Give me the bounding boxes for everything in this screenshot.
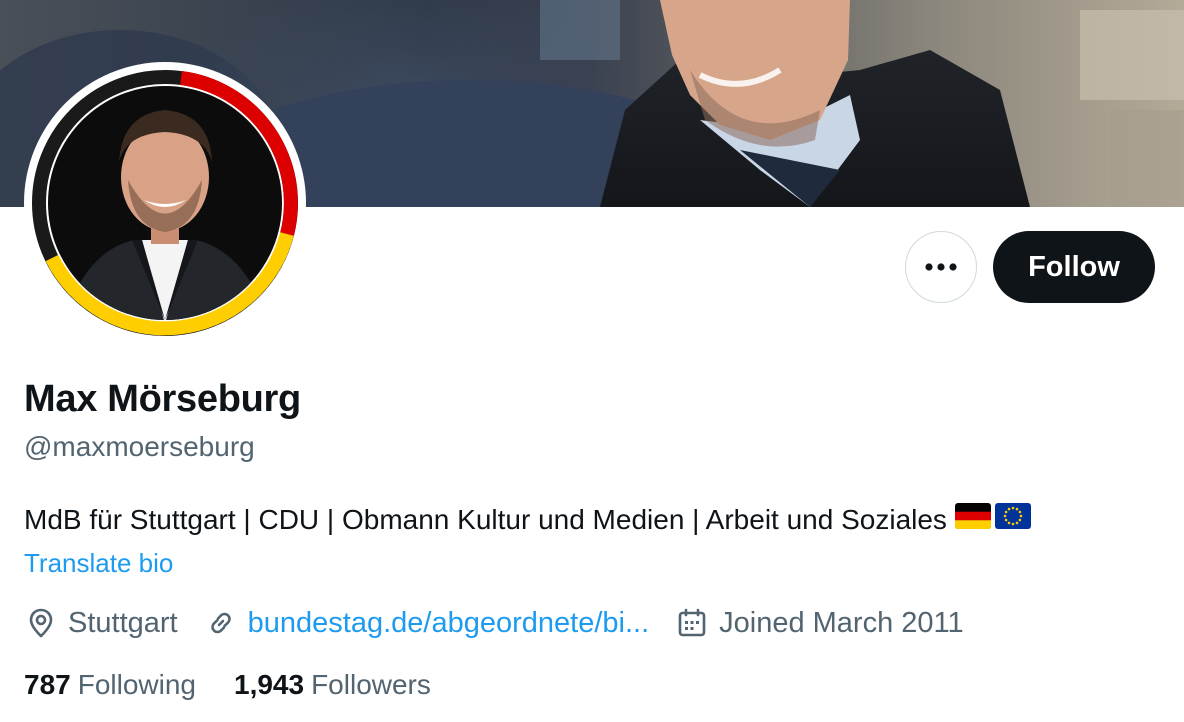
location-item: Stuttgart: [24, 606, 178, 640]
following-count: 787: [24, 669, 71, 700]
profile-meta: Stuttgart bundestag.de/abgeordnete/bi...: [24, 603, 964, 643]
avatar[interactable]: [24, 62, 306, 344]
follow-stats: 787 Following 1,943 Followers: [24, 669, 431, 701]
location-text: Stuttgart: [68, 606, 178, 639]
joined-date: Joined March 2011: [719, 606, 964, 639]
more-options-button[interactable]: [905, 231, 977, 303]
follow-button[interactable]: Follow: [993, 231, 1155, 303]
more-horizontal-icon: [924, 262, 958, 272]
bio: MdB für Stuttgart | CDU | Obmann Kultur …: [24, 503, 1031, 536]
followers-label: Followers: [311, 669, 431, 700]
display-name: Max Mörseburg: [24, 378, 301, 420]
eu-flag-icon: [994, 503, 1031, 536]
location-pin-icon: [24, 606, 58, 640]
german-flag-icon: [954, 503, 991, 536]
translate-bio-link[interactable]: Translate bio: [24, 548, 173, 579]
bio-text: MdB für Stuttgart | CDU | Obmann Kultur …: [24, 503, 947, 535]
following-label: Following: [77, 669, 196, 700]
link-icon: [204, 606, 238, 640]
website-link[interactable]: bundestag.de/abgeordnete/bi...: [248, 607, 650, 640]
followers-stat[interactable]: 1,943 Followers: [234, 669, 431, 701]
user-handle: @maxmoerseburg: [24, 431, 255, 462]
profile-page: Follow Max Mörseburg @maxmoerseburg MdB …: [0, 0, 1184, 722]
website-item[interactable]: bundestag.de/abgeordnete/bi...: [204, 606, 650, 640]
calendar-icon: [675, 606, 709, 640]
following-stat[interactable]: 787 Following: [24, 669, 196, 701]
avatar-image: [32, 70, 298, 336]
joined-item: Joined March 2011: [675, 606, 964, 640]
followers-count: 1,943: [234, 669, 305, 700]
